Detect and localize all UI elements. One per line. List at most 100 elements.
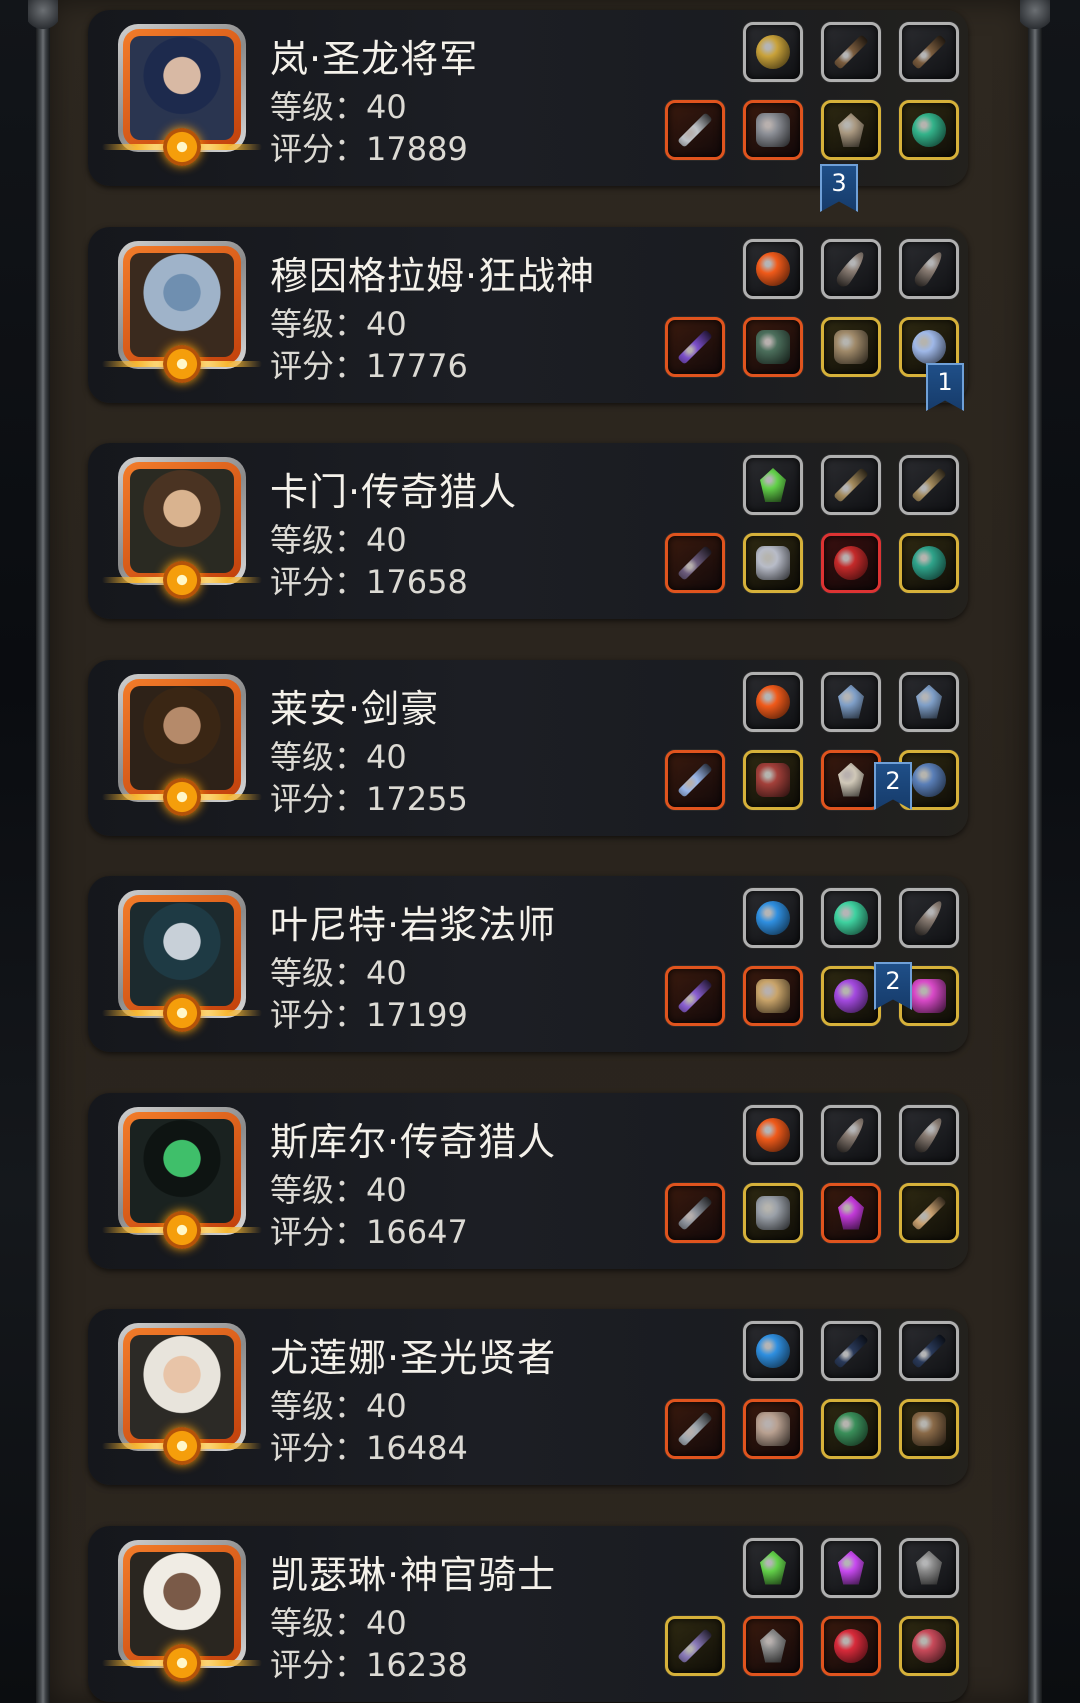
rank-medal-icon xyxy=(102,344,262,385)
equipment-slot[interactable] xyxy=(821,1321,881,1381)
equipment-slot[interactable] xyxy=(899,100,959,160)
rank-medal-icon xyxy=(102,777,262,818)
medal-wing xyxy=(102,1443,172,1449)
equipment-slot[interactable] xyxy=(665,1615,725,1676)
score-label: 评分： xyxy=(270,1212,367,1251)
equipment-slot[interactable] xyxy=(899,671,959,732)
medal-coin xyxy=(163,1643,201,1682)
equipment-slot[interactable] xyxy=(743,100,803,160)
equipment-slot[interactable] xyxy=(665,966,725,1026)
level-label: 等级： xyxy=(270,1603,367,1642)
score-label: 评分： xyxy=(270,130,367,168)
medal-coin xyxy=(163,561,201,599)
equipment-slot[interactable] xyxy=(743,749,803,810)
equipment-slot[interactable] xyxy=(743,888,803,948)
hero-row[interactable]: 卡门·传奇猎人 等级：40 评分：17658 xyxy=(88,443,968,619)
equipment-slot[interactable] xyxy=(821,22,881,82)
equipment-slot[interactable] xyxy=(821,888,881,948)
equipment-slot[interactable] xyxy=(821,238,881,299)
equipment-slot[interactable] xyxy=(743,1321,803,1381)
hero-row[interactable]: 莱安·剑豪 等级：40 评分：17255 xyxy=(88,659,968,836)
hero-row[interactable]: 凯瑟琳·神官骑士 等级：40 评分：16238 xyxy=(88,1525,968,1702)
medal-coin xyxy=(163,994,201,1032)
level-value: 40 xyxy=(366,737,407,776)
equipment-slot[interactable] xyxy=(899,455,959,515)
equipment-slot[interactable] xyxy=(743,316,803,377)
rank-medal-icon xyxy=(102,994,262,1034)
equipment-slot[interactable] xyxy=(899,533,959,593)
fire-rune-icon xyxy=(756,251,790,286)
score-value: 17658 xyxy=(366,563,468,601)
equipment-slot[interactable] xyxy=(743,671,803,732)
equipment-slot[interactable] xyxy=(821,1399,881,1459)
hero-score: 评分：17255 xyxy=(270,774,468,820)
hero-row[interactable]: 岚·圣龙将军 等级：40 评分：17889 xyxy=(88,10,968,186)
equipment-slot[interactable] xyxy=(743,1399,803,1459)
hero-name: 斯库尔·传奇猎人 xyxy=(270,1119,557,1164)
equipment-slot[interactable] xyxy=(665,1182,725,1243)
equipment-slot[interactable] xyxy=(899,888,959,948)
equipment-slot[interactable] xyxy=(821,533,881,593)
equipment-slot[interactable] xyxy=(821,966,881,1026)
equipment-slot[interactable] xyxy=(665,533,725,593)
robe-icon xyxy=(756,979,790,1013)
score-label: 评分： xyxy=(270,563,367,601)
green-orb-icon xyxy=(834,1412,868,1446)
hero-name: 叶尼特·岩浆法师 xyxy=(270,903,557,947)
equipment-slot[interactable] xyxy=(821,749,881,810)
hero-name: 凯瑟琳·神官骑士 xyxy=(270,1552,557,1597)
hero-level: 等级：40 xyxy=(270,515,407,561)
equipment-slot[interactable] xyxy=(899,1321,959,1381)
equipment-slot[interactable] xyxy=(743,1537,803,1598)
level-value: 40 xyxy=(366,1387,407,1425)
equipment-slot[interactable] xyxy=(743,455,803,515)
ring-icon xyxy=(912,113,946,147)
equipment-slot[interactable] xyxy=(665,100,725,160)
equipment-slot[interactable] xyxy=(821,1537,881,1598)
equipment-slot[interactable] xyxy=(899,1615,959,1676)
feather-icon xyxy=(833,248,869,289)
equipment-slot[interactable] xyxy=(899,1399,959,1459)
fire-rune-icon xyxy=(756,1117,790,1152)
hero-portrait xyxy=(130,902,234,1006)
equipment-slot[interactable] xyxy=(821,1182,881,1243)
hero-score: 评分：17776 xyxy=(270,341,468,387)
green-crystal-icon xyxy=(760,468,786,502)
level-value: 40 xyxy=(366,88,407,126)
equipment-slot[interactable] xyxy=(743,1615,803,1676)
equipment-slot[interactable] xyxy=(899,1104,959,1165)
equipment-slot[interactable] xyxy=(743,966,803,1026)
equipment-slot[interactable] xyxy=(743,1104,803,1165)
hero-row[interactable]: 尤莲娜·圣光贤者 等级：40 评分：16484 xyxy=(88,1309,968,1485)
equipment-slot[interactable] xyxy=(899,238,959,299)
hero-row[interactable]: 穆因格拉姆·狂战神 等级：40 评分：17776 xyxy=(88,226,968,403)
equipment-slot[interactable] xyxy=(821,316,881,377)
equipment-slot[interactable] xyxy=(665,316,725,377)
magic-staff-icon xyxy=(677,978,713,1014)
scepter-icon xyxy=(677,1627,713,1664)
hero-portrait xyxy=(130,685,234,790)
blue-orb-icon xyxy=(756,901,790,935)
hero-row[interactable]: 叶尼特·岩浆法师 等级：40 评分：17199 xyxy=(88,876,968,1052)
ring-icon xyxy=(912,546,946,580)
equipment-slot[interactable] xyxy=(899,1182,959,1243)
dark-blade-icon xyxy=(833,1333,869,1369)
equipment-slot[interactable] xyxy=(821,1615,881,1676)
equipment-slot[interactable] xyxy=(821,1104,881,1165)
equipment-slot[interactable] xyxy=(899,22,959,82)
mace-icon xyxy=(677,1411,713,1447)
equipment-slot[interactable] xyxy=(665,749,725,810)
hero-row[interactable]: 斯库尔·传奇猎人 等级：40 评分：16647 xyxy=(88,1092,968,1269)
equipment-slot[interactable] xyxy=(743,238,803,299)
equipment-slot[interactable] xyxy=(821,100,881,160)
hero-level: 等级：40 xyxy=(270,1598,407,1644)
equipment-slot[interactable] xyxy=(821,455,881,515)
equipment-slot[interactable] xyxy=(743,533,803,593)
equipment-slot[interactable] xyxy=(743,22,803,82)
equipment-slot[interactable] xyxy=(743,1182,803,1243)
equipment-slot[interactable] xyxy=(899,1537,959,1598)
equipment-slot[interactable] xyxy=(821,671,881,732)
score-value: 17889 xyxy=(366,130,468,168)
level-value: 40 xyxy=(366,1603,407,1642)
equipment-slot[interactable] xyxy=(665,1399,725,1459)
